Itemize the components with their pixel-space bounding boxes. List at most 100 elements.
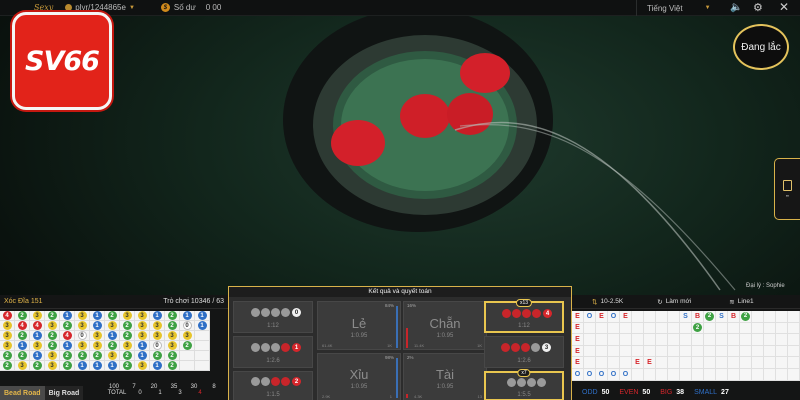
- stat-value: 1: [158, 390, 162, 396]
- side-panel-tab[interactable]: ▪▪: [774, 158, 800, 220]
- volume-icon[interactable]: 🔈: [730, 2, 742, 13]
- road-cell: [620, 322, 632, 335]
- bet-xiu[interactable]: Xỉu 1:0.95 98% 2.9K 1: [317, 353, 401, 400]
- bet-percent-bar: [406, 394, 408, 398]
- road-cell: [656, 368, 668, 381]
- road-cell: [680, 345, 692, 358]
- road-cell: [632, 334, 644, 346]
- line-select[interactable]: ≋ Line1: [729, 298, 753, 306]
- road-cell: O: [584, 311, 596, 323]
- road-cell: [632, 322, 644, 335]
- road-cell: [668, 334, 680, 346]
- tab-big-road[interactable]: Big Road: [44, 386, 84, 400]
- bet-four-white[interactable]: 0 1:12: [233, 301, 313, 333]
- bead-cell: 0: [180, 321, 195, 331]
- bead: 3: [77, 311, 87, 320]
- bet-three-white[interactable]: 1 1:2.6: [233, 336, 313, 368]
- dealer-name: Đại lý : Sophie: [746, 283, 785, 289]
- road-cell: [740, 368, 752, 381]
- bet-chan[interactable]: Chẵn 1:0.95 16% 11.4K 1K: [403, 301, 487, 350]
- bead: 2: [122, 331, 132, 340]
- bet-percent-bar: [396, 306, 398, 348]
- side-tab-label: ▪▪: [786, 193, 789, 198]
- road-cell: [752, 357, 764, 369]
- bead-cell: 3: [75, 311, 90, 321]
- language-select[interactable]: Tiếng Việt ▼: [636, 0, 724, 16]
- bead-cell: 3: [165, 341, 180, 351]
- bead: 3: [137, 331, 147, 340]
- bead-cell: 0: [75, 331, 90, 341]
- close-icon[interactable]: ✕: [779, 0, 789, 14]
- road-cell: [668, 368, 680, 381]
- road-cell: E: [596, 311, 608, 323]
- coin-icon: $: [160, 3, 170, 12]
- bead-cell: 2: [15, 331, 30, 341]
- bet-two-white[interactable]: x7 1:5.5: [484, 369, 564, 400]
- shake-status-button[interactable]: Đang lắc: [733, 24, 789, 70]
- road-bead: 2: [705, 311, 714, 321]
- bead-cell: 2: [60, 361, 75, 371]
- road-cell: [608, 334, 620, 346]
- bead: 1: [107, 331, 117, 340]
- bead-cell: [195, 351, 210, 361]
- road-cell: [728, 357, 740, 369]
- bet-three-red[interactable]: 3 1:2.6: [484, 336, 564, 368]
- road-cell: 2: [692, 322, 704, 335]
- bead-cell: 2: [105, 311, 120, 321]
- gear-icon[interactable]: ⚙: [753, 1, 763, 14]
- bead: 4: [17, 321, 27, 330]
- road-cell: [716, 322, 728, 335]
- bead-cell: 1: [30, 331, 45, 341]
- bead-cell: 2: [15, 311, 30, 321]
- bead-cell: 2: [45, 341, 60, 351]
- balance: $ Số dư 0 00: [160, 3, 221, 12]
- bet-count: 1: [292, 343, 301, 352]
- balance-label: Số dư: [173, 3, 196, 12]
- bead-cell: 3: [75, 321, 90, 331]
- bet-two-two[interactable]: 2 1:1.5: [233, 371, 313, 400]
- road-cell: [764, 322, 776, 335]
- road-cell: [584, 334, 596, 346]
- bead-cell: 1: [90, 321, 105, 331]
- bead: 2: [62, 361, 72, 370]
- limit-icon: ⇅: [592, 298, 598, 306]
- road-cell: [692, 368, 704, 381]
- road-cell: [620, 357, 632, 369]
- bead-cell: 1: [150, 311, 165, 321]
- bead: 3: [32, 311, 42, 320]
- road-cell: [596, 357, 608, 369]
- bead-cell: 2: [165, 321, 180, 331]
- user-menu[interactable]: plyr/1244865e ▼: [65, 3, 135, 12]
- bead: 2: [47, 341, 57, 350]
- road-bead: 2: [693, 323, 702, 333]
- bet-amount: 11.4K: [414, 343, 425, 348]
- road-cell: E: [620, 311, 632, 323]
- bead: 2: [122, 351, 132, 360]
- bead-road-grid: 4232131233121134432313233201321240312333…: [0, 311, 210, 371]
- table-name: Xóc Đĩa 151: [4, 298, 43, 305]
- bead-cell: 2: [180, 341, 195, 351]
- bead: 2: [17, 331, 27, 340]
- bead: 3: [17, 361, 27, 370]
- bead: 2: [167, 361, 177, 370]
- bead-cell: 2: [120, 351, 135, 361]
- road-cell: E: [632, 357, 644, 369]
- bet-limit[interactable]: ⇅ 10-2.5K: [592, 298, 623, 306]
- bead-cell: 2: [0, 351, 15, 361]
- road-cell: S: [716, 311, 728, 323]
- bead-cell: 2: [60, 321, 75, 331]
- bead: 3: [2, 341, 12, 350]
- stat-value: 0: [138, 390, 142, 396]
- road-cell: [740, 334, 752, 346]
- bead-cell: 2: [105, 341, 120, 351]
- bead-cell: 2: [120, 361, 135, 371]
- bet-four-red[interactable]: x13 4 1:12: [484, 299, 564, 333]
- bet-le[interactable]: Lẻ 1:0.95 84% 61.4K 1K: [317, 301, 401, 350]
- road-cell: [656, 322, 668, 335]
- bet-tai[interactable]: Tài 1:0.95 2% 4.3K 13: [403, 353, 487, 400]
- road-cell: [632, 368, 644, 381]
- wifi-icon: ≋: [729, 298, 735, 306]
- refresh-button[interactable]: ↻ Làm mới: [657, 298, 691, 306]
- round-number: Trò chơi 10346 / 63: [163, 298, 224, 305]
- tab-bead-road[interactable]: Bead Road: [0, 386, 45, 400]
